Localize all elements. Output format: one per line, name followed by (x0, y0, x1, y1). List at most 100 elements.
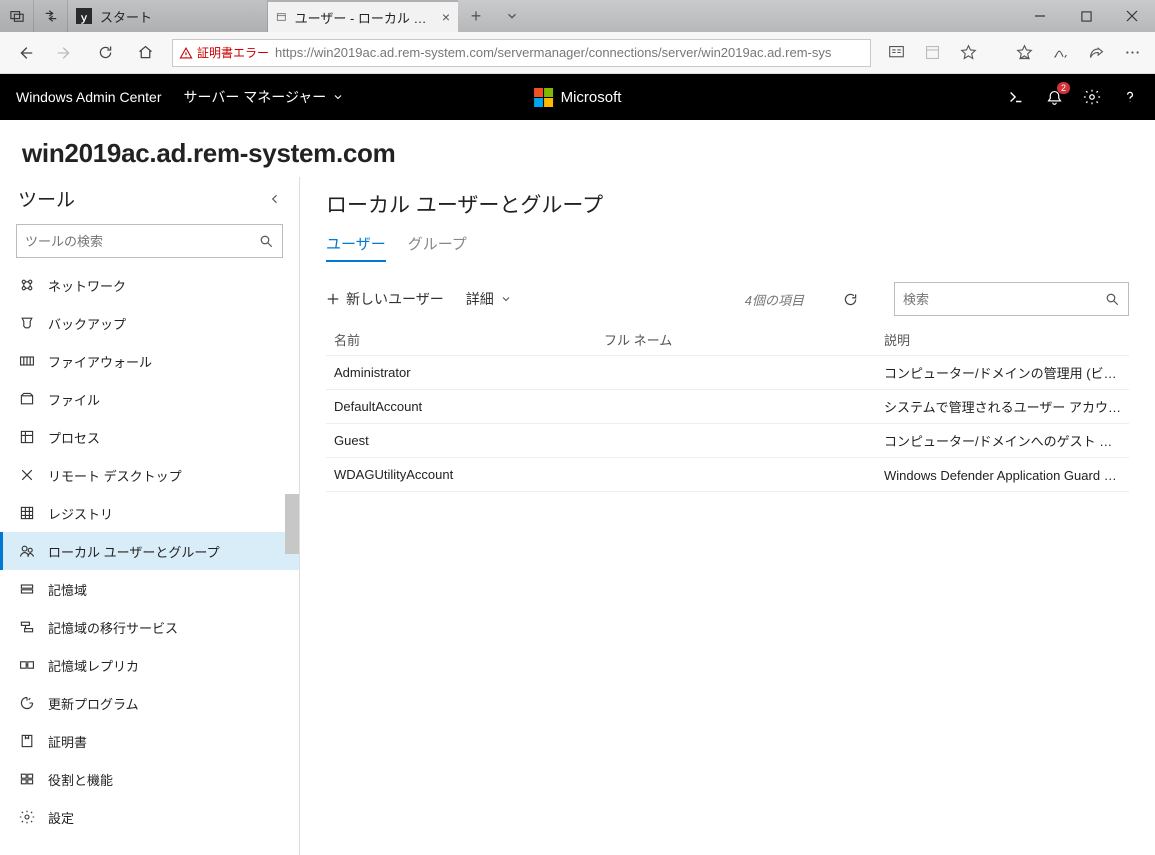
task-switch-button[interactable] (34, 0, 68, 32)
wac-brand[interactable]: Windows Admin Center (16, 89, 162, 105)
reading-view-button[interactable] (879, 34, 913, 72)
sidebar-item-label: 役割と機能 (48, 770, 113, 789)
taskview-button[interactable] (0, 0, 34, 32)
tool-icon (18, 694, 36, 712)
panel-heading: ローカル ユーザーとグループ (326, 189, 1129, 219)
notes-button[interactable] (1043, 34, 1077, 72)
settings-gear-icon[interactable] (1083, 88, 1101, 106)
new-tab-button[interactable]: + (458, 0, 494, 32)
tab-users[interactable]: ユーザー (326, 233, 386, 262)
url-text: https://win2019ac.ad.rem-system.com/serv… (275, 45, 831, 60)
cell-description: Windows Defender Application Guard シナ... (876, 458, 1129, 492)
maximize-button[interactable] (1063, 0, 1109, 32)
sidebar-item[interactable]: ローカル ユーザーとグループ (0, 532, 299, 570)
table-row[interactable]: Guest コンピューター/ドメインへのゲスト アク... (326, 424, 1129, 458)
start-tab[interactable]: ｙ スタート (68, 0, 268, 32)
nav-forward-button[interactable] (46, 34, 84, 72)
refresh-button[interactable] (840, 289, 860, 309)
window-titlebar: ｙ スタート ユーザー - ローカル ユーザーと × + (0, 0, 1155, 32)
notifications-icon[interactable]: 2 (1045, 88, 1063, 106)
reading-list-button[interactable] (915, 34, 949, 72)
sidebar-item-label: バックアップ (48, 314, 126, 333)
minimize-button[interactable] (1017, 0, 1063, 32)
col-name[interactable]: 名前 (326, 324, 596, 356)
cell-name: Guest (326, 424, 596, 458)
share-button[interactable] (1079, 34, 1113, 72)
nav-home-button[interactable] (126, 34, 164, 72)
tools-list: ネットワークバックアップファイアウォールファイルプロセスリモート デスクトップレ… (0, 266, 299, 855)
users-search[interactable] (894, 282, 1129, 316)
table-row[interactable]: DefaultAccount システムで管理されるユーザー アカウント... (326, 390, 1129, 424)
detail-label: 詳細 (466, 289, 494, 309)
sidebar-item[interactable]: バックアップ (0, 304, 299, 342)
sidebar-item-label: 更新プログラム (48, 694, 139, 713)
start-tab-label: スタート (100, 7, 152, 26)
sidebar-item[interactable]: プロセス (0, 418, 299, 456)
url-field[interactable]: 証明書エラー https://win2019ac.ad.rem-system.c… (172, 39, 871, 67)
close-window-button[interactable] (1109, 0, 1155, 32)
cell-fullname (596, 424, 876, 458)
sidebar-item[interactable]: 役割と機能 (0, 760, 299, 798)
users-search-input[interactable] (903, 292, 1105, 307)
tools-sidebar: ツール ネットワークバックアップファイアウォールファイルプロセスリモート デスク… (0, 177, 300, 855)
cell-name: DefaultAccount (326, 390, 596, 424)
cell-description: システムで管理されるユーザー アカウント... (876, 390, 1129, 424)
new-user-label: 新しいユーザー (346, 289, 444, 309)
close-tab-icon[interactable]: × (442, 9, 450, 25)
tools-search-input[interactable] (25, 234, 259, 249)
detail-button[interactable]: 詳細 (466, 289, 512, 309)
cell-fullname (596, 458, 876, 492)
powershell-icon[interactable] (1007, 88, 1025, 106)
sidebar-item[interactable]: 設定 (0, 798, 299, 836)
microsoft-logo: Microsoft (534, 88, 622, 107)
tools-heading: ツール (18, 185, 75, 212)
col-description[interactable]: 説明 (876, 324, 1129, 356)
tool-icon (18, 656, 36, 674)
nav-back-button[interactable] (6, 34, 44, 72)
tools-search[interactable] (16, 224, 283, 258)
main-panel: ローカル ユーザーとグループ ユーザー グループ 新しいユーザー 詳細 4個の項… (300, 177, 1155, 855)
sidebar-item[interactable]: ネットワーク (0, 266, 299, 304)
nav-refresh-button[interactable] (86, 34, 124, 72)
tool-icon (18, 390, 36, 408)
table-row[interactable]: Administratorコンピューター/ドメインの管理用 (ビルト... (326, 356, 1129, 390)
sidebar-item[interactable]: リモート デスクトップ (0, 456, 299, 494)
collapse-sidebar-button[interactable] (269, 193, 281, 205)
sidebar-item[interactable]: 記憶域 (0, 570, 299, 608)
search-icon (1105, 292, 1120, 307)
favorite-button[interactable] (951, 34, 985, 72)
new-user-button[interactable]: 新しいユーザー (326, 289, 444, 309)
table-row[interactable]: WDAGUtilityAccount Windows Defender Appli… (326, 458, 1129, 492)
sidebar-item[interactable]: 記憶域の移行サービス (0, 608, 299, 646)
tool-icon (18, 618, 36, 636)
sidebar-item[interactable]: レジストリ (0, 494, 299, 532)
col-fullname[interactable]: フル ネーム (596, 324, 876, 356)
tool-icon (18, 580, 36, 598)
sidebar-item[interactable]: ファイアウォール (0, 342, 299, 380)
notifications-badge: 2 (1057, 82, 1070, 94)
page-title: win2019ac.ad.rem-system.com (0, 120, 1155, 177)
search-icon (259, 234, 274, 249)
cell-description: コンピューター/ドメインへのゲスト アク... (876, 424, 1129, 458)
cell-name: WDAGUtilityAccount (326, 458, 596, 492)
sidebar-item[interactable]: 更新プログラム (0, 684, 299, 722)
scrollbar-thumb[interactable] (285, 494, 299, 554)
tool-icon (18, 732, 36, 750)
wac-context-dropdown[interactable]: サーバー マネージャー (184, 87, 345, 107)
sidebar-item[interactable]: ファイル (0, 380, 299, 418)
sidebar-item-label: ネットワーク (48, 276, 126, 295)
favorites-hub-button[interactable] (1007, 34, 1041, 72)
sidebar-item[interactable]: 証明書 (0, 722, 299, 760)
certificate-error-badge[interactable]: 証明書エラー (179, 44, 269, 61)
active-browser-tab[interactable]: ユーザー - ローカル ユーザーと × (268, 0, 458, 32)
tab-groups[interactable]: グループ (408, 233, 467, 262)
tool-icon (18, 808, 36, 826)
sidebar-item-label: レジストリ (48, 504, 113, 523)
sidebar-item-label: 証明書 (48, 732, 87, 751)
settings-more-button[interactable] (1115, 34, 1149, 72)
help-icon[interactable] (1121, 88, 1139, 106)
tab-actions-button[interactable] (494, 0, 530, 32)
tool-icon (18, 352, 36, 370)
sidebar-item-label: プロセス (48, 428, 100, 447)
sidebar-item[interactable]: 記憶域レプリカ (0, 646, 299, 684)
